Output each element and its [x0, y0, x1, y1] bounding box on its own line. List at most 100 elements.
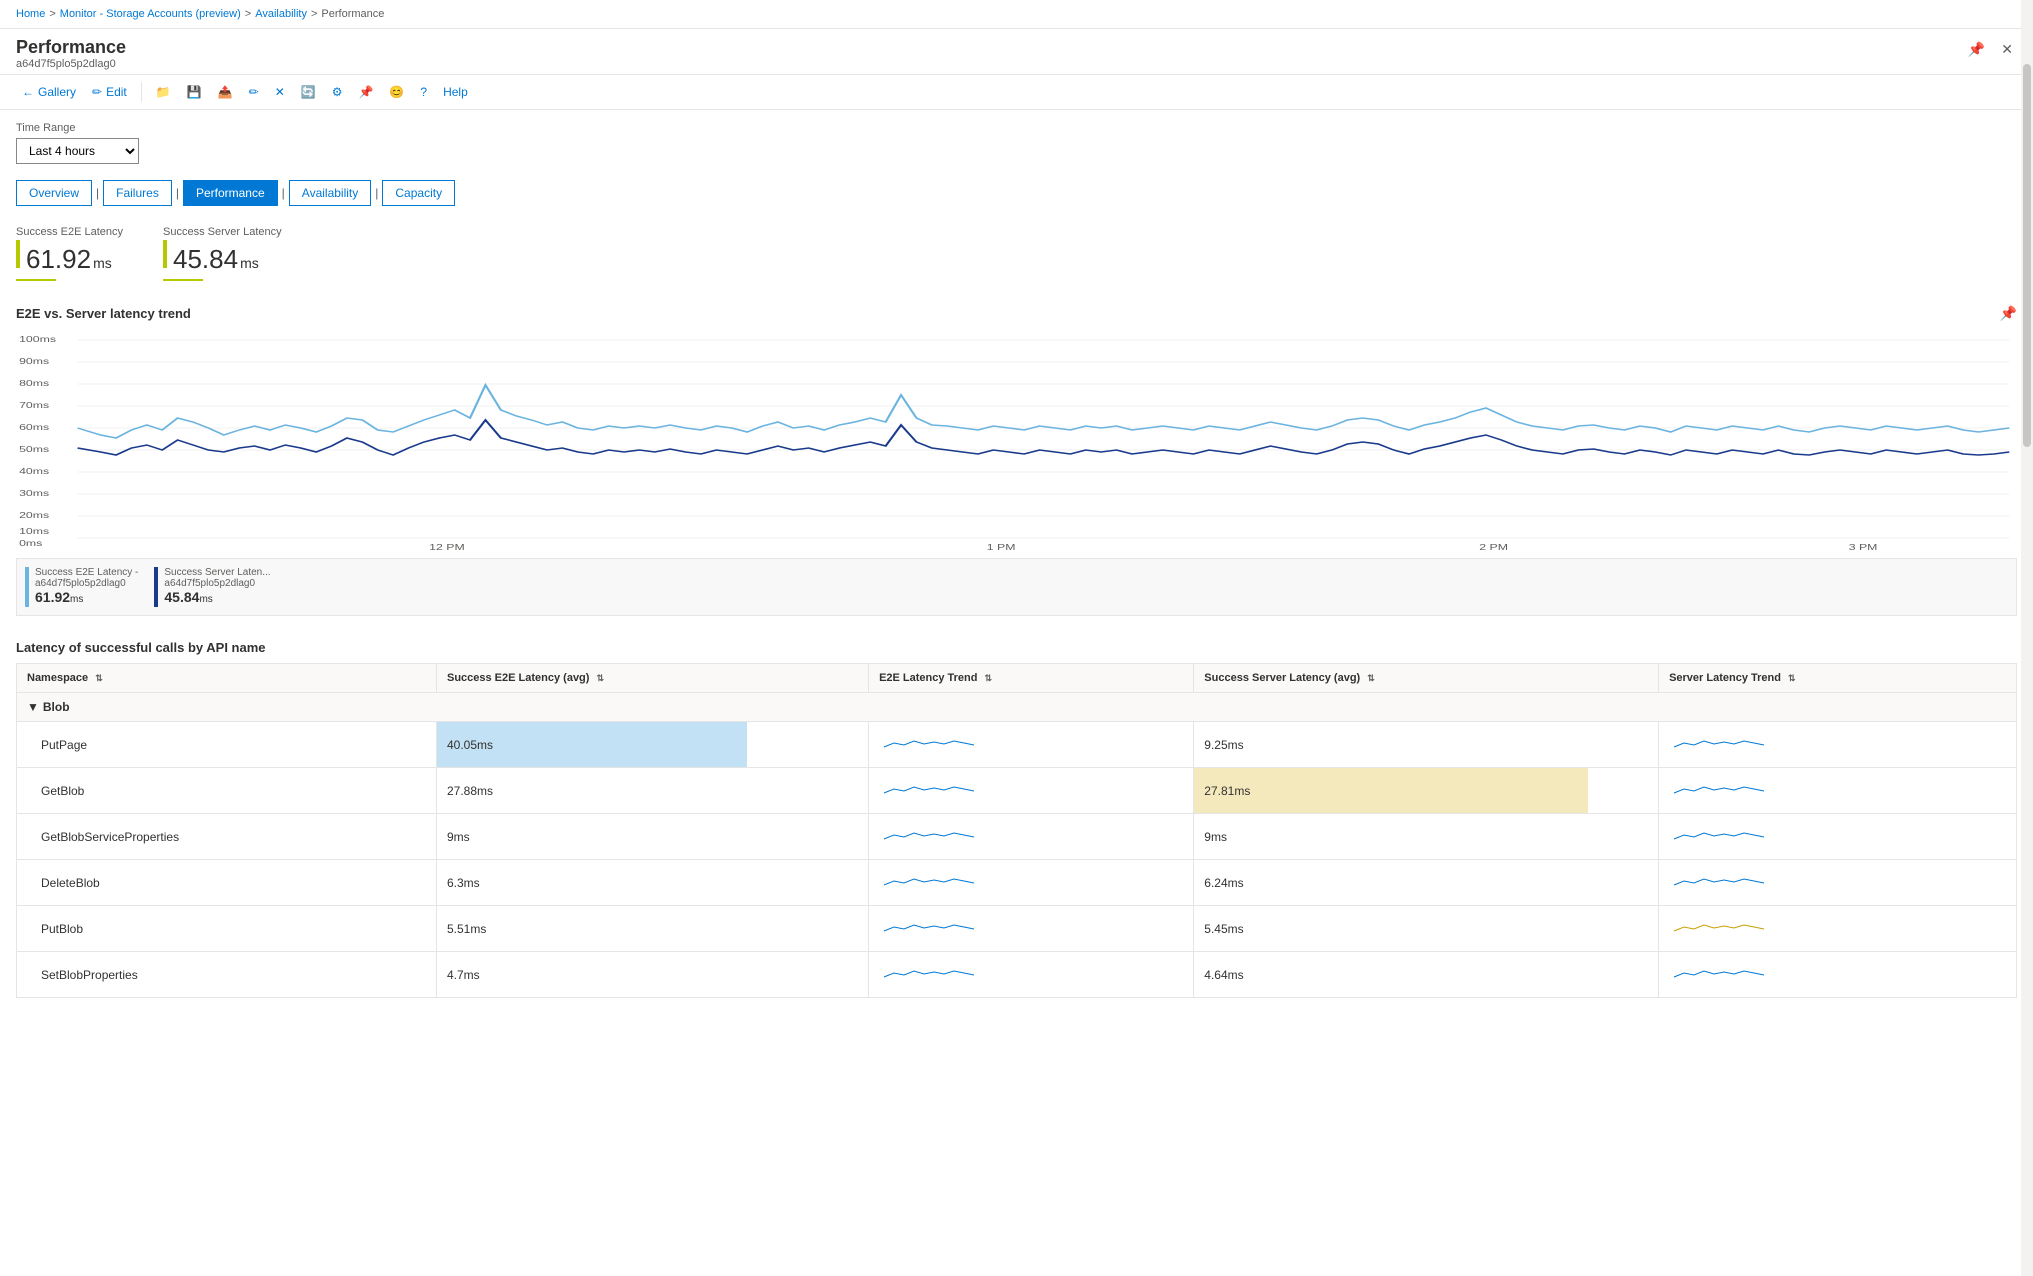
gallery-button[interactable]: ← Gallery — [16, 81, 82, 103]
chart-section: E2E vs. Server latency trend 📌 100ms 90m… — [16, 305, 2017, 616]
refresh-button[interactable]: 🔄 — [295, 81, 322, 103]
breadcrumb-availability[interactable]: Availability — [255, 8, 307, 20]
settings-button[interactable]: ⚙ — [326, 81, 349, 103]
metric-e2e-label: Success E2E Latency — [16, 226, 123, 238]
cell-e2e-latency: 6.3ms — [436, 860, 868, 906]
chart-title-text: E2E vs. Server latency trend — [16, 306, 191, 321]
sort-namespace[interactable]: ⇅ — [95, 673, 103, 683]
help-button[interactable]: Help — [437, 81, 474, 103]
table-section: Latency of successful calls by API name … — [16, 640, 2017, 998]
chart-title: E2E vs. Server latency trend 📌 — [16, 305, 2017, 322]
settings-icon: ⚙ — [332, 85, 343, 99]
cell-namespace: PutBlob — [17, 906, 437, 952]
sort-server[interactable]: ⇅ — [1367, 673, 1375, 683]
share-icon: 📌 — [358, 85, 373, 99]
pencil-button[interactable]: ✏ — [243, 81, 265, 103]
pin-button[interactable]: 📌 — [1964, 37, 1989, 62]
cell-e2e-latency: 27.88ms — [436, 768, 868, 814]
tab-overview[interactable]: Overview — [16, 180, 92, 206]
cell-namespace: PutPage — [17, 722, 437, 768]
edit-icon: ✏ — [92, 85, 102, 99]
table-group-row: ▼Blob — [17, 693, 2017, 722]
cell-e2e-trend — [869, 952, 1194, 998]
table-header: Namespace ⇅ Success E2E Latency (avg) ⇅ … — [17, 664, 2017, 693]
cell-server-latency: 6.24ms — [1194, 860, 1659, 906]
main-content: Time Range Last 30 minutes Last hour Las… — [0, 110, 2033, 1010]
header-actions: 📌 ✕ — [1964, 37, 2017, 62]
metric-e2e-latency: Success E2E Latency 61.92 ms — [16, 226, 123, 281]
gallery-icon: ← — [22, 85, 34, 99]
sort-e2e[interactable]: ⇅ — [597, 673, 605, 683]
tab-performance[interactable]: Performance — [183, 180, 278, 206]
cell-e2e-trend — [869, 860, 1194, 906]
table-row: GetBlob27.88ms27.81ms — [17, 768, 2017, 814]
share-button[interactable]: 📌 — [352, 81, 379, 103]
cell-e2e-trend — [869, 906, 1194, 952]
tab-failures[interactable]: Failures — [103, 180, 172, 206]
chart-svg: 100ms 90ms 80ms 70ms 60ms 50ms 40ms 30ms… — [16, 330, 2017, 550]
page-header: Performance a64d7f5plo5p2dlag0 📌 ✕ — [0, 29, 2033, 75]
cell-server-trend — [1659, 814, 2017, 860]
svg-text:2 PM: 2 PM — [1479, 544, 1508, 550]
col-namespace: Namespace ⇅ — [17, 664, 437, 693]
metric-e2e-bar — [16, 240, 20, 268]
legend-server: Success Server Laten... a64d7f5plo5p2dla… — [154, 567, 270, 607]
svg-text:80ms: 80ms — [19, 380, 49, 388]
table-title: Latency of successful calls by API name — [16, 640, 2017, 655]
tab-capacity[interactable]: Capacity — [382, 180, 455, 206]
scrollbar — [2021, 0, 2033, 1276]
svg-text:3 PM: 3 PM — [1849, 544, 1878, 550]
breadcrumb-home[interactable]: Home — [16, 8, 45, 20]
nav-tabs: Overview | Failures | Performance | Avai… — [16, 180, 2017, 206]
legend-e2e: Success E2E Latency - a64d7f5plo5p2dlag0… — [25, 567, 138, 607]
metric-server-unit: ms — [240, 255, 259, 271]
chart-container: 100ms 90ms 80ms 70ms 60ms 50ms 40ms 30ms… — [16, 330, 2017, 550]
scrollbar-thumb[interactable] — [2023, 64, 2031, 447]
export-button[interactable]: 📤 — [212, 81, 239, 103]
cell-namespace: GetBlobServiceProperties — [17, 814, 437, 860]
col-server-trend: Server Latency Trend ⇅ — [1659, 664, 2017, 693]
data-table: Namespace ⇅ Success E2E Latency (avg) ⇅ … — [16, 663, 2017, 998]
svg-text:1 PM: 1 PM — [987, 544, 1016, 550]
save-button[interactable]: 💾 — [181, 81, 208, 103]
svg-text:60ms: 60ms — [19, 424, 49, 432]
folder-icon: 📁 — [156, 85, 171, 99]
breadcrumb: Home > Monitor - Storage Accounts (previ… — [0, 0, 2033, 29]
sort-e2e-trend[interactable]: ⇅ — [985, 673, 993, 683]
save-icon: 💾 — [187, 85, 202, 99]
metric-e2e-number: 61.92 — [26, 244, 91, 275]
table-header-row: Namespace ⇅ Success E2E Latency (avg) ⇅ … — [17, 664, 2017, 693]
edit-button[interactable]: ✏ Edit — [86, 81, 133, 103]
close-button[interactable]: ✕ — [1997, 37, 2017, 62]
table-row: GetBlobServiceProperties9ms9ms — [17, 814, 2017, 860]
feedback-button[interactable]: 😊 — [383, 81, 410, 103]
col-e2e-latency: Success E2E Latency (avg) ⇅ — [436, 664, 868, 693]
question-button[interactable]: ? — [414, 81, 433, 103]
cell-namespace: DeleteBlob — [17, 860, 437, 906]
pin-chart-icon[interactable]: 📌 — [2000, 305, 2017, 322]
metric-server-bar — [163, 240, 167, 268]
tab-availability[interactable]: Availability — [289, 180, 371, 206]
cell-namespace: SetBlobProperties — [17, 952, 437, 998]
svg-text:10ms: 10ms — [19, 528, 49, 536]
export-icon: 📤 — [218, 85, 233, 99]
metric-server-number: 45.84 — [173, 244, 238, 275]
sort-server-trend[interactable]: ⇅ — [1788, 673, 1796, 683]
cell-e2e-latency: 5.51ms — [436, 906, 868, 952]
time-range-select[interactable]: Last 30 minutes Last hour Last 4 hours L… — [16, 138, 139, 164]
metric-e2e-value: 61.92 ms — [16, 240, 123, 275]
breadcrumb-monitor[interactable]: Monitor - Storage Accounts (preview) — [60, 8, 241, 20]
svg-text:70ms: 70ms — [19, 402, 49, 410]
discard-button[interactable]: ✕ — [269, 81, 291, 103]
cell-e2e-latency: 9ms — [436, 814, 868, 860]
legend-server-color — [154, 567, 158, 607]
metric-server-underline — [163, 279, 203, 281]
folder-button[interactable]: 📁 — [150, 81, 177, 103]
table-row: PutPage40.05ms9.25ms — [17, 722, 2017, 768]
cell-server-latency: 9.25ms — [1194, 722, 1659, 768]
svg-text:100ms: 100ms — [19, 336, 56, 344]
svg-text:12 PM: 12 PM — [429, 544, 465, 550]
gallery-label: Gallery — [38, 85, 76, 99]
breadcrumb-current: Performance — [321, 8, 384, 20]
cell-e2e-trend — [869, 722, 1194, 768]
